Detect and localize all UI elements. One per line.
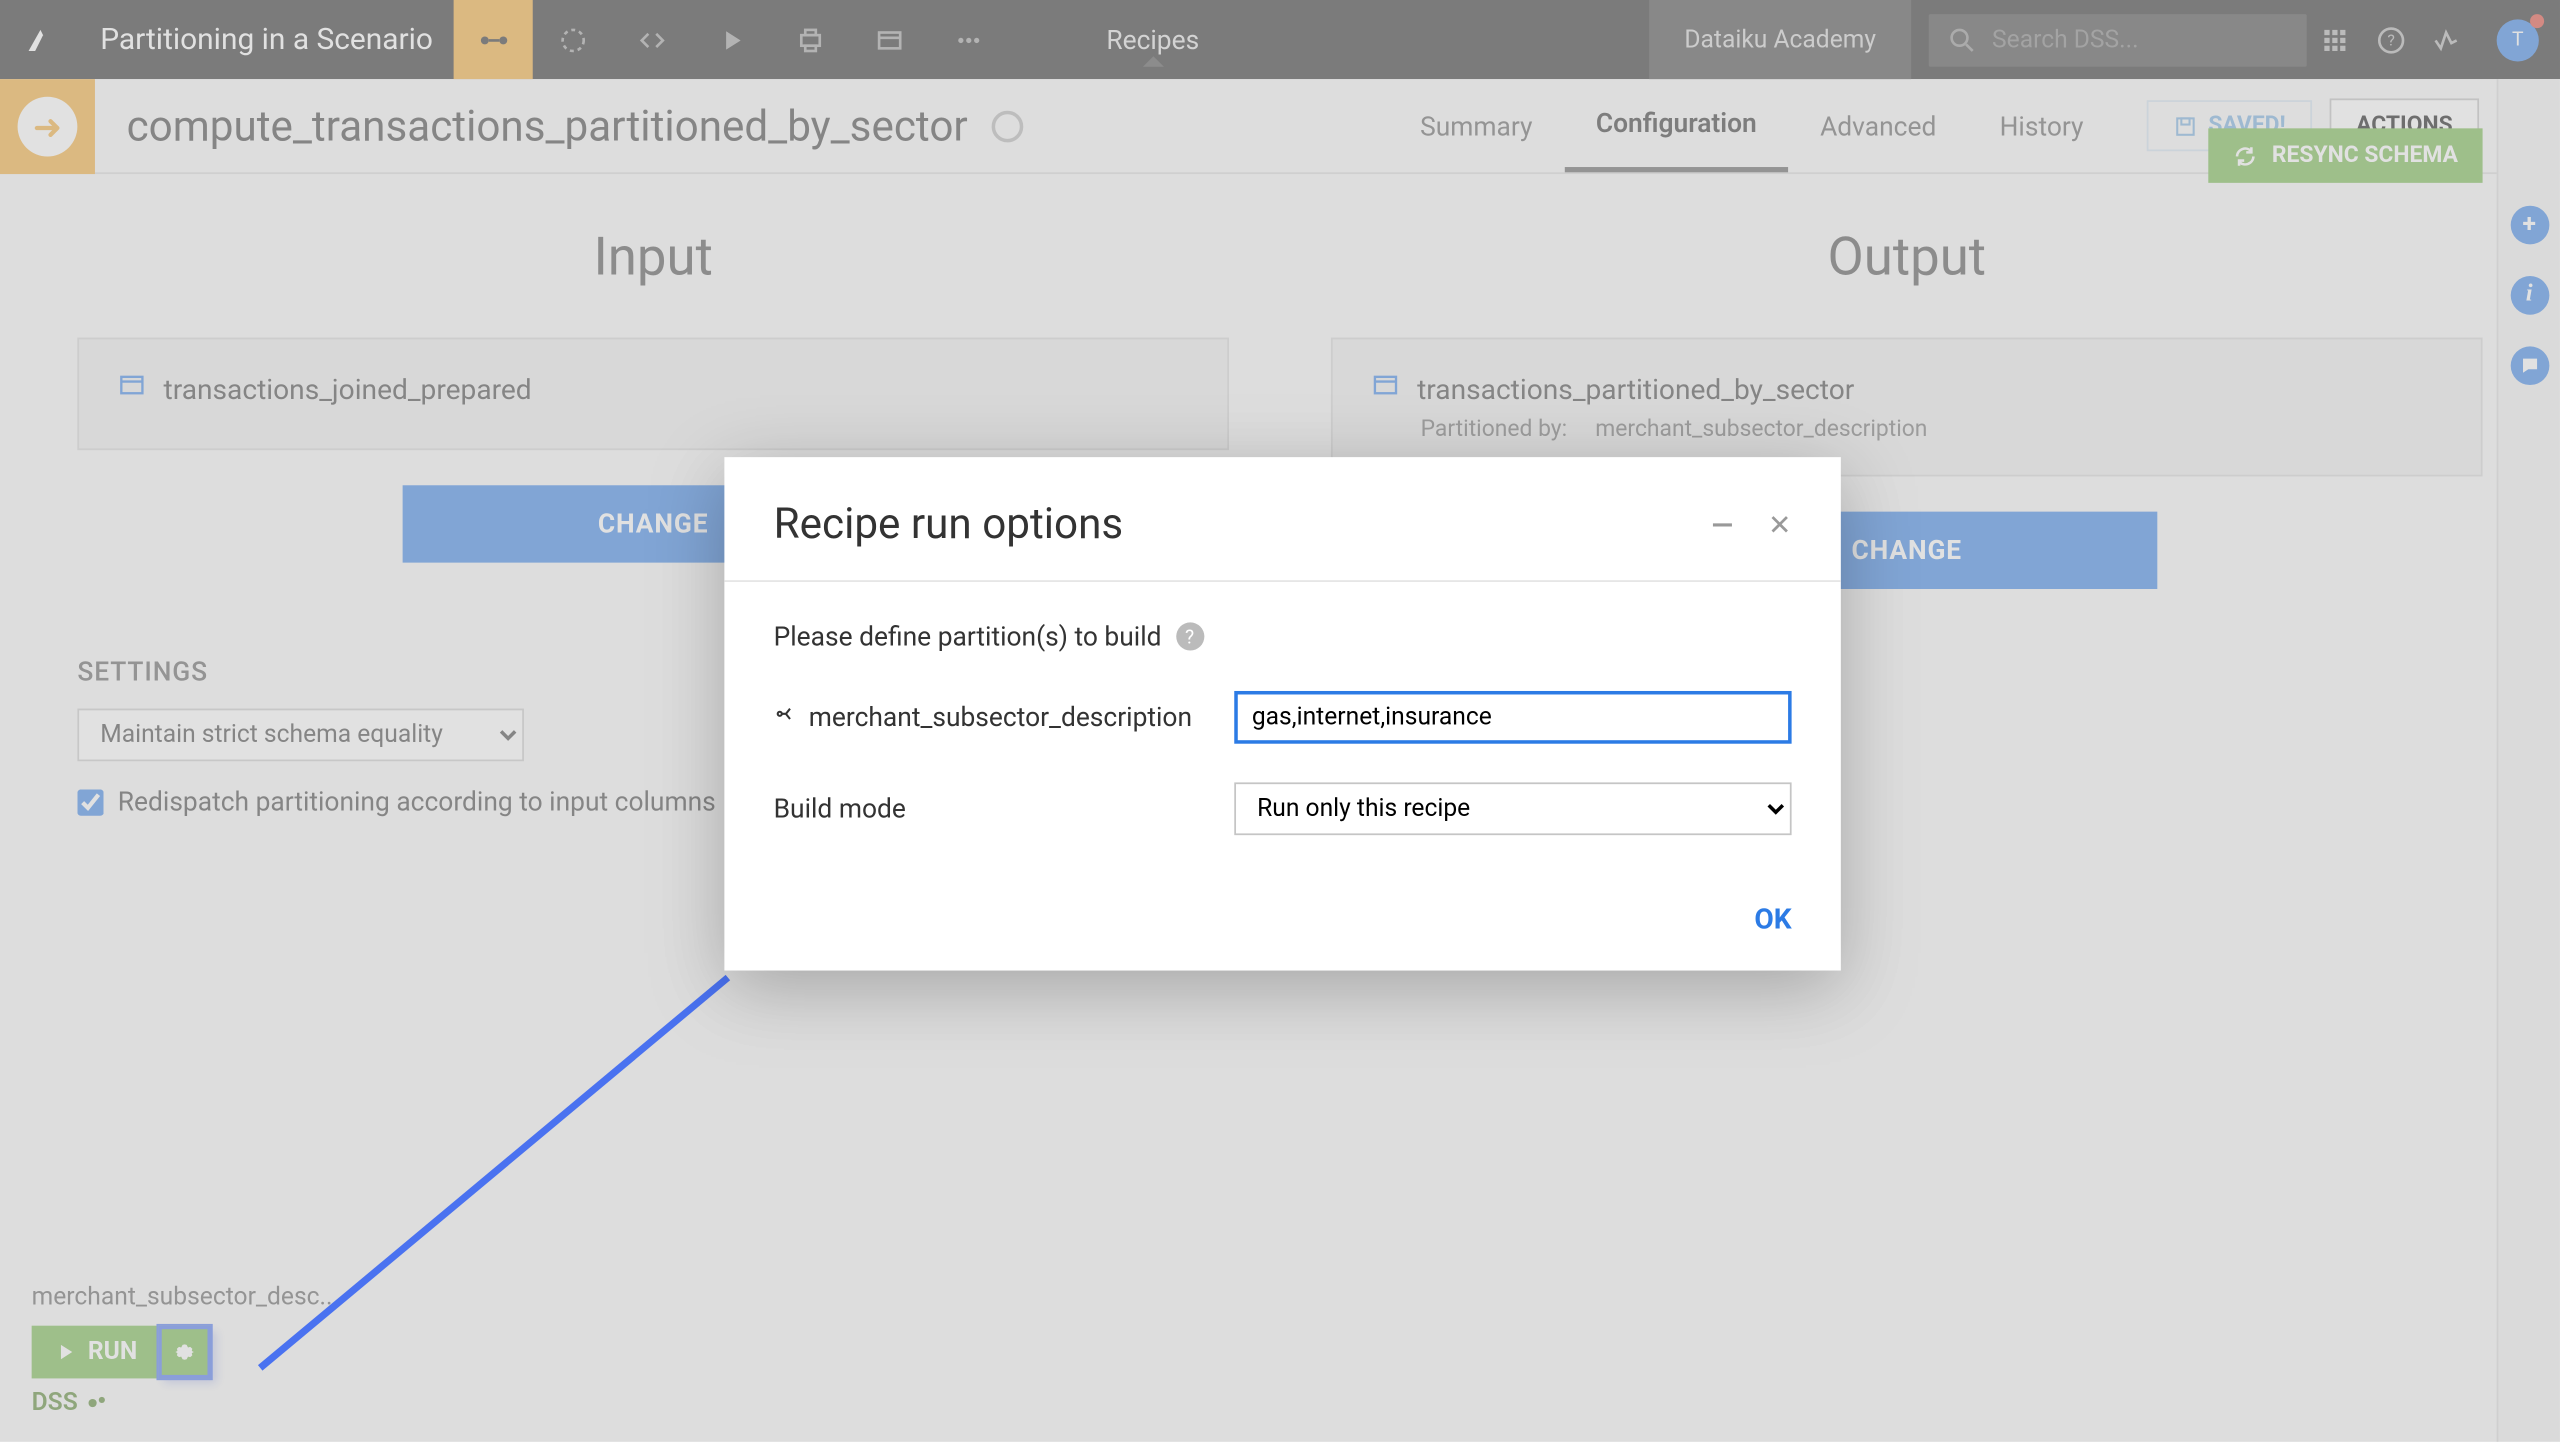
partition-dimension-label: merchant_subsector_description [809, 702, 1192, 734]
branch-icon [774, 702, 799, 734]
build-mode-label: Build mode [774, 793, 906, 825]
help-icon[interactable]: ? [1176, 622, 1204, 650]
modal-title: Recipe run options [774, 499, 1124, 548]
ok-button[interactable]: OK [1754, 902, 1791, 935]
run-options-modal: Recipe run options — ✕ Please define par… [724, 457, 1840, 970]
partition-value-input[interactable] [1234, 691, 1791, 744]
build-mode-select[interactable]: Run only this recipe [1234, 782, 1791, 835]
modal-close-icon[interactable]: ✕ [1768, 507, 1792, 540]
modal-hint: Please define partition(s) to build [774, 621, 1162, 653]
modal-minimize-icon[interactable]: — [1711, 507, 1732, 540]
